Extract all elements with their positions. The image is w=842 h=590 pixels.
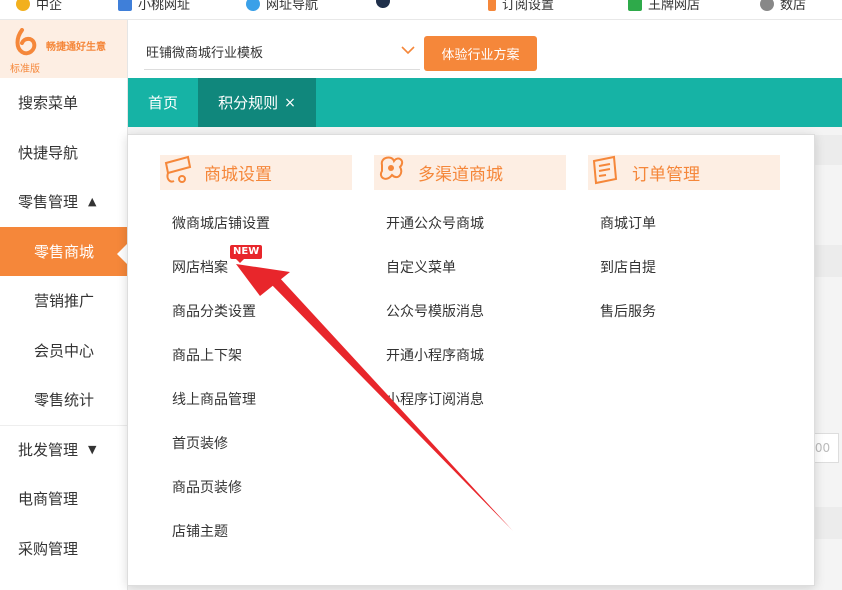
bookmark-item[interactable]: 中企 <box>16 0 62 13</box>
retail-mall-menu: 商城设置 微商城店铺设置 网店档案 NEW 商品分类设置 商品上下架 线上商品管… <box>127 134 815 586</box>
bookmark-item[interactable] <box>376 0 390 8</box>
nav-member-center[interactable]: 会员中心 <box>0 326 127 376</box>
caret-down-icon: ▼ <box>88 443 97 457</box>
nav-ecommerce-management[interactable]: 电商管理 <box>0 474 127 524</box>
link-mini-program-subscription[interactable]: 小程序订阅消息 <box>386 389 484 409</box>
link-online-store-profile[interactable]: 网店档案 NEW <box>172 245 263 277</box>
menu-column-orders: 订单管理 商城订单 到店自提 售后服务 <box>588 155 780 320</box>
bookmarks-bar: 中企 小桃网址 网址导航 订阅设置 王牌网店 数店 <box>0 0 842 20</box>
link-wechat-mall-settings[interactable]: 微商城店铺设置 <box>172 213 270 233</box>
bookmark-item[interactable]: 小桃网址 <box>118 0 190 13</box>
logo-icon <box>15 28 37 56</box>
content-bar <box>814 135 842 165</box>
link-template-messages[interactable]: 公众号模版消息 <box>386 301 484 321</box>
link-open-official-account-mall[interactable]: 开通公众号商城 <box>386 213 484 233</box>
link-store-theme[interactable]: 店铺主题 <box>172 521 228 541</box>
link-product-listing[interactable]: 商品上下架 <box>172 345 242 365</box>
bookmark-item[interactable]: 王牌网店 <box>628 0 700 13</box>
globe-icon <box>246 0 260 11</box>
bookmark-item[interactable]: 订阅设置 <box>488 0 554 13</box>
tab-points-rules[interactable]: 积分规则 × <box>198 78 316 127</box>
experience-industry-button[interactable]: 体验行业方案 <box>424 36 537 71</box>
nav-retail-stats[interactable]: 零售统计 <box>0 375 127 425</box>
brand-name: 畅捷通好生意 <box>46 42 106 53</box>
menu-pointer <box>117 244 127 264</box>
chevron-down-icon <box>401 46 415 55</box>
tab-home[interactable]: 首页 <box>148 78 178 127</box>
order-icon <box>592 155 618 185</box>
new-badge: NEW <box>230 245 263 263</box>
nav-marketing[interactable]: 营销推广 <box>0 276 127 326</box>
industry-template-select[interactable]: 旺铺微商城行业模板 <box>144 34 420 70</box>
close-icon[interactable]: × <box>284 95 296 111</box>
link-mall-orders[interactable]: 商城订单 <box>600 213 656 233</box>
link-homepage-decoration[interactable]: 首页装修 <box>172 433 228 453</box>
nav-purchase-management[interactable]: 采购管理 <box>0 524 127 574</box>
caret-up-icon: ▲ <box>88 195 97 209</box>
bookmark-icon <box>488 0 496 11</box>
logo[interactable]: 畅捷通好生意 标准版 <box>0 20 127 78</box>
menu-column-mall-settings: 商城设置 微商城店铺设置 网店档案 NEW 商品分类设置 商品上下架 线上商品管… <box>160 155 352 540</box>
nav-search-menu[interactable]: 搜索菜单 <box>0 78 127 128</box>
nav-wholesale-management[interactable]: 批发管理 ▼ <box>0 424 127 475</box>
bookmark-item[interactable]: 数店 <box>760 0 806 13</box>
top-bar: 旺铺微商城行业模板 体验行业方案 <box>128 20 842 78</box>
store-icon <box>164 155 192 183</box>
link-custom-menu[interactable]: 自定义菜单 <box>386 257 456 277</box>
circle-icon <box>376 0 390 8</box>
nav-retail-management[interactable]: 零售管理 ▲ <box>0 177 127 227</box>
page-icon <box>118 0 132 11</box>
link-in-store-pickup[interactable]: 到店自提 <box>600 257 656 277</box>
nav-retail-mall[interactable]: 零售商城 <box>0 226 127 276</box>
column-header: 订单管理 <box>588 155 780 190</box>
content-bar <box>814 507 842 539</box>
link-product-page-decoration[interactable]: 商品页装修 <box>172 477 242 497</box>
link-online-product-management[interactable]: 线上商品管理 <box>172 389 256 409</box>
bookmark-item[interactable]: 网址导航 <box>246 0 318 13</box>
circle-icon <box>760 0 774 11</box>
star-icon <box>16 0 30 11</box>
link-open-mini-program-mall[interactable]: 开通小程序商城 <box>386 345 484 365</box>
sidebar: 畅捷通好生意 标准版 搜索菜单 快捷导航 零售管理 ▲ 零售商城 营销推广 会员中… <box>0 20 128 590</box>
tab-bar: 首页 积分规则 × <box>128 78 842 127</box>
link-after-sales[interactable]: 售后服务 <box>600 301 656 321</box>
edition-label: 标准版 <box>10 64 40 75</box>
multichannel-icon <box>380 156 404 180</box>
nav-quick-navigation[interactable]: 快捷导航 <box>0 128 127 178</box>
column-header: 商城设置 <box>160 155 352 190</box>
shop-icon <box>628 0 642 11</box>
content-bar <box>814 245 842 277</box>
column-header: 多渠道商城 <box>374 155 566 190</box>
link-category-settings[interactable]: 商品分类设置 <box>172 301 256 321</box>
menu-column-multichannel: 多渠道商城 开通公众号商城 自定义菜单 公众号模版消息 开通小程序商城 小程序订… <box>374 155 566 408</box>
